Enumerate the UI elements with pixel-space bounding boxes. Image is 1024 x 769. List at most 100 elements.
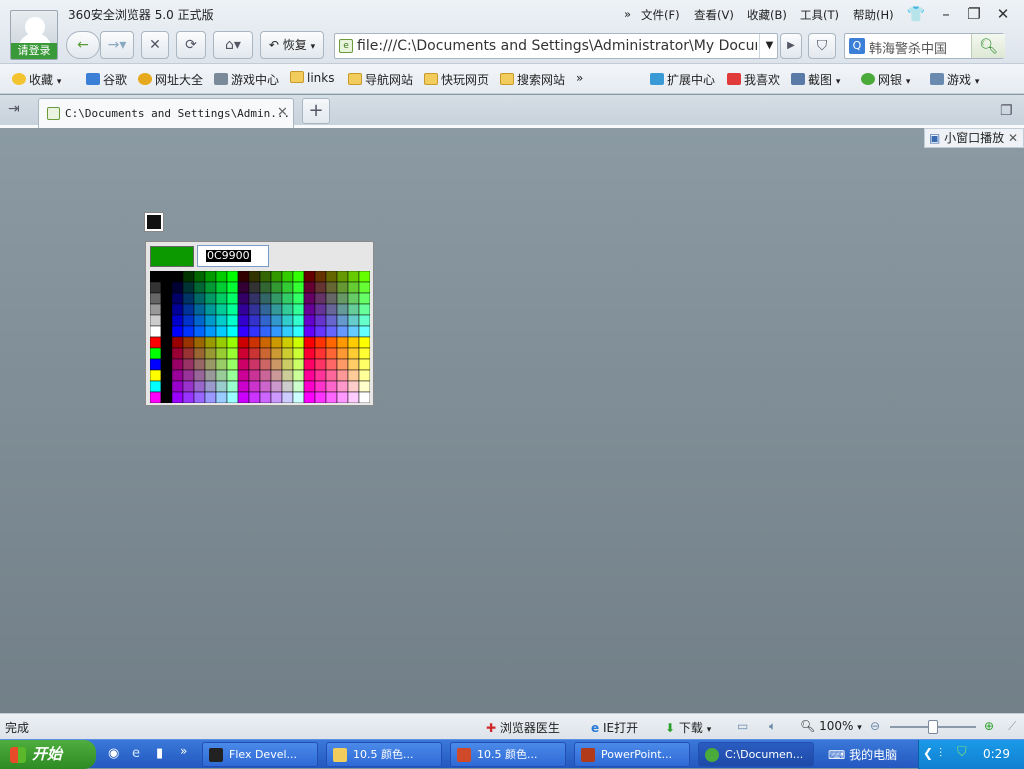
color-swatch-cell[interactable]	[182, 281, 195, 294]
taskbar-item-folder[interactable]: 10.5 颜色...	[326, 742, 442, 767]
color-swatch-cell[interactable]	[160, 271, 173, 283]
games-menu[interactable]: 游戏 ▾	[930, 71, 979, 88]
color-swatch-cell[interactable]	[347, 358, 360, 371]
color-swatch-cell[interactable]	[336, 358, 349, 371]
color-swatch-cell[interactable]	[171, 347, 184, 360]
color-swatch-cell[interactable]	[204, 281, 217, 294]
color-swatch-cell[interactable]	[160, 336, 173, 349]
bookmark-game-center[interactable]: 游戏中心	[214, 71, 279, 88]
color-swatch-cell[interactable]	[347, 336, 360, 349]
color-swatch-cell[interactable]	[358, 325, 370, 338]
color-swatch-cell[interactable]	[358, 358, 370, 371]
color-swatch-cell[interactable]	[182, 303, 195, 316]
color-swatch-cell[interactable]	[237, 292, 250, 305]
color-swatch-cell[interactable]	[292, 380, 305, 393]
color-swatch-cell[interactable]	[237, 314, 250, 327]
color-swatch-cell[interactable]	[347, 325, 360, 338]
color-swatch-cell[interactable]	[270, 358, 283, 371]
forward-button[interactable]: →▾	[100, 31, 134, 59]
color-swatch-cell[interactable]	[248, 358, 261, 371]
color-swatch-cell[interactable]	[215, 325, 228, 338]
color-swatch-cell[interactable]	[314, 347, 327, 360]
color-swatch-cell[interactable]	[182, 358, 195, 371]
color-swatch-cell[interactable]	[150, 369, 162, 382]
color-swatch-cell[interactable]	[259, 347, 272, 360]
color-swatch-cell[interactable]	[182, 380, 195, 393]
color-swatch-cell[interactable]	[270, 303, 283, 316]
skin-shirt-icon[interactable]: 👕	[906, 4, 926, 24]
color-swatch-cell[interactable]	[237, 369, 250, 382]
color-swatch-cell[interactable]	[314, 292, 327, 305]
tab-list-icon[interactable]: ❐	[1000, 103, 1013, 119]
color-swatch-cell[interactable]	[259, 292, 272, 305]
color-swatch-cell[interactable]	[325, 325, 338, 338]
color-swatch-cell[interactable]	[347, 347, 360, 360]
color-swatch-cell[interactable]	[215, 347, 228, 360]
quicklaunch-ie-icon[interactable]: e	[132, 746, 140, 761]
color-swatch-cell[interactable]	[215, 358, 228, 371]
color-swatch-cell[interactable]	[226, 347, 239, 360]
color-swatch-cell[interactable]	[281, 391, 294, 403]
color-swatch-cell[interactable]	[215, 369, 228, 382]
color-swatch-cell[interactable]	[314, 314, 327, 327]
color-swatch-cell[interactable]	[248, 391, 261, 403]
color-swatch-cell[interactable]	[171, 391, 184, 403]
color-swatch-cell[interactable]	[204, 325, 217, 338]
color-swatch-cell[interactable]	[347, 391, 360, 403]
color-swatch-cell[interactable]	[292, 391, 305, 403]
menu-favorites[interactable]: 收藏(B)	[747, 7, 787, 23]
menu-file[interactable]: 文件(F)	[641, 7, 680, 23]
color-swatch-cell[interactable]	[150, 347, 162, 360]
color-swatch-cell[interactable]	[259, 391, 272, 403]
color-swatch-cell[interactable]	[325, 281, 338, 294]
color-swatch-cell[interactable]	[347, 281, 360, 294]
online-banking[interactable]: 网银 ▾	[861, 71, 910, 88]
color-swatch-cell[interactable]	[204, 314, 217, 327]
color-swatch-cell[interactable]	[259, 314, 272, 327]
resize-grip-icon[interactable]: ⟋	[1008, 719, 1016, 734]
color-swatch-cell[interactable]	[226, 325, 239, 338]
color-swatch-cell[interactable]	[270, 292, 283, 305]
color-swatch-grid[interactable]	[150, 271, 370, 403]
color-swatch-cell[interactable]	[314, 303, 327, 316]
color-swatch-cell[interactable]	[336, 271, 349, 283]
color-swatch-cell[interactable]	[193, 271, 206, 283]
color-swatch-cell[interactable]	[303, 347, 316, 360]
color-swatch-cell[interactable]	[303, 336, 316, 349]
color-swatch-cell[interactable]	[160, 281, 173, 294]
color-swatch-cell[interactable]	[259, 380, 272, 393]
address-dropdown-icon[interactable]: ▼	[759, 34, 779, 58]
color-swatch-cell[interactable]	[215, 281, 228, 294]
color-swatch-cell[interactable]	[281, 347, 294, 360]
color-swatch-cell[interactable]	[336, 325, 349, 338]
taskbar-item-flex[interactable]: Flex Devel...	[202, 742, 318, 767]
zoom-slider-handle[interactable]	[928, 720, 938, 734]
home-button[interactable]: ⌂▾	[213, 31, 253, 59]
color-swatch-cell[interactable]	[347, 271, 360, 283]
color-swatch-cell[interactable]	[237, 303, 250, 316]
color-swatch-cell[interactable]	[171, 325, 184, 338]
taskbar-item-powerpoint[interactable]: PowerPoint...	[574, 742, 690, 767]
color-swatch-cell[interactable]	[171, 369, 184, 382]
color-swatch-cell[interactable]	[292, 325, 305, 338]
color-swatch-cell[interactable]	[303, 292, 316, 305]
color-swatch-cell[interactable]	[281, 325, 294, 338]
color-swatch-cell[interactable]	[358, 271, 370, 283]
color-swatch-cell[interactable]	[150, 325, 162, 338]
color-swatch-cell[interactable]	[160, 347, 173, 360]
color-swatch-cell[interactable]	[358, 281, 370, 294]
menu-view[interactable]: 查看(V)	[694, 7, 734, 23]
restore-button[interactable]: ↶ 恢复 ▾	[260, 31, 324, 59]
color-swatch-cell[interactable]	[160, 292, 173, 305]
color-swatch-cell[interactable]	[182, 336, 195, 349]
color-swatch-cell[interactable]	[226, 292, 239, 305]
color-swatch-cell[interactable]	[171, 358, 184, 371]
color-swatch-cell[interactable]	[150, 303, 162, 316]
color-swatch-cell[interactable]	[237, 271, 250, 283]
color-swatch-cell[interactable]	[160, 391, 173, 403]
color-swatch-cell[interactable]	[193, 336, 206, 349]
color-swatch-cell[interactable]	[160, 325, 173, 338]
bookmark-google[interactable]: 谷歌	[86, 71, 127, 88]
zoom-in-icon[interactable]: ⊕	[984, 719, 994, 733]
color-swatch-cell[interactable]	[237, 380, 250, 393]
